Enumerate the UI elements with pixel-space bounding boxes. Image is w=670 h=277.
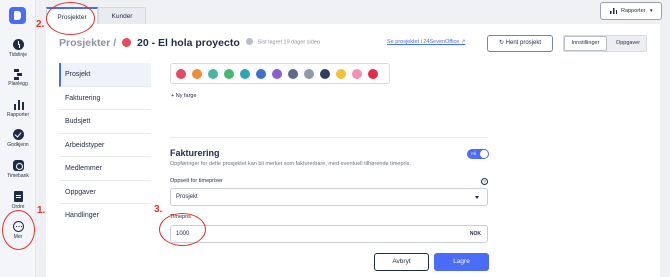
color-swatch[interactable]: [240, 69, 250, 79]
rate-setup-label: Oppsett for timepriser: [170, 178, 223, 184]
save-button[interactable]: Lagre: [434, 253, 489, 271]
annotation-circle-hourly-rate: [159, 213, 206, 246]
chevron-down-icon: ▼: [649, 8, 654, 13]
toggle-tasks[interactable]: Oppgaver: [609, 36, 647, 51]
billing-description: Oppføringer for dette prosjektet kan bli…: [170, 161, 411, 167]
nav-label: Godkjenn: [7, 142, 29, 148]
annotation-number-1: 1.: [37, 205, 46, 216]
rate-setup-value: Prosjekt: [176, 194, 198, 200]
color-swatch[interactable]: [288, 69, 298, 79]
timebank-icon: [12, 160, 24, 171]
settings-nav-prosjekt[interactable]: Prosjekt: [59, 63, 151, 87]
billing-toggle[interactable]: PÅ: [467, 149, 489, 159]
color-swatch[interactable]: [368, 69, 378, 79]
bar-chart-icon: [12, 99, 24, 110]
section-divider: [170, 137, 488, 138]
settings-nav-arbeidstyper[interactable]: Arbeidstyper: [59, 134, 151, 157]
currency-label: NOK: [469, 231, 481, 237]
color-swatch[interactable]: [320, 69, 330, 79]
nav-label: Rapporter: [6, 112, 30, 118]
color-swatch[interactable]: [304, 69, 314, 79]
saved-status-text: Sist lagret 19 dager siden: [257, 39, 320, 46]
color-swatch[interactable]: [224, 69, 234, 79]
annotation-circle-projects-tab: [46, 2, 95, 35]
nav-label: Tidslinje: [8, 52, 28, 58]
color-picker: [170, 63, 390, 84]
nav-label: Timebank: [7, 173, 29, 179]
settings-nav-oppgaver[interactable]: Oppgaver: [59, 181, 151, 204]
settings-nav-fakturering[interactable]: Fakturering: [59, 87, 151, 110]
settings-nav-medlemmer[interactable]: Medlemmer: [59, 157, 151, 181]
project-title: 20 - El hola proyecto: [137, 37, 240, 49]
nav-label: Planlegg: [8, 81, 28, 87]
color-swatch[interactable]: [272, 69, 282, 79]
color-swatch[interactable]: [352, 69, 362, 79]
plus-icon: +: [171, 93, 175, 99]
settings-nav-handlinger[interactable]: Handlinger: [59, 204, 151, 228]
help-icon[interactable]: ?: [481, 178, 488, 185]
nav-planlegg[interactable]: Planlegg: [0, 68, 36, 87]
billing-title: Fakturering: [170, 148, 220, 158]
settings-nav: Prosjekt Fakturering Budsjett Arbeidstyp…: [59, 63, 151, 228]
fetch-project-label: Hent prosjekt: [505, 40, 542, 46]
reports-menu-button[interactable]: Rapporter ▼: [600, 2, 662, 20]
clock-icon: [12, 39, 24, 50]
toggle-settings[interactable]: Innstillinger: [564, 36, 607, 51]
check-circle-icon: [12, 129, 24, 140]
color-swatch[interactable]: [208, 69, 218, 79]
rate-setup-select[interactable]: Prosjekt: [170, 188, 488, 206]
reports-button-label: Rapporter: [621, 8, 646, 14]
refresh-icon: ↻: [498, 40, 504, 46]
saved-status: Sist lagret 19 dager siden: [246, 38, 320, 46]
tab-kunder[interactable]: Kunder: [98, 7, 146, 24]
planner-icon: [13, 68, 24, 79]
check-circle-icon: [246, 38, 253, 45]
cancel-button[interactable]: Avbryt: [374, 253, 429, 271]
document-icon: [13, 191, 23, 202]
fetch-project-button[interactable]: ↻ Hent prosjekt: [487, 35, 553, 52]
view-toggle: Innstillinger Oppgaver: [563, 35, 647, 52]
billing-toggle-label: PÅ: [471, 151, 477, 156]
nav-tidslinje[interactable]: Tidslinje: [0, 39, 36, 58]
project-color-icon: [122, 38, 132, 47]
color-swatch[interactable]: [176, 69, 186, 79]
settings-nav-budsjett[interactable]: Budsjett: [59, 110, 151, 134]
color-swatch[interactable]: [336, 69, 346, 79]
color-swatch[interactable]: [192, 69, 202, 79]
toggle-knob: [480, 150, 488, 158]
external-link-icon: ↗: [460, 39, 466, 45]
nav-godkjenn[interactable]: Godkjenn: [0, 129, 36, 148]
nav-ordre[interactable]: Ordre: [0, 191, 36, 210]
new-color-label: Ny farge: [175, 93, 197, 99]
nav-timebank[interactable]: Timebank: [0, 160, 36, 179]
annotation-number-3: 3.: [154, 204, 163, 215]
chevron-down-icon: [475, 196, 479, 199]
app-logo[interactable]: [9, 7, 26, 24]
external-link-text: Se prosjektet i 24SevenOffice: [387, 39, 460, 45]
annotation-number-2: 2.: [36, 19, 45, 30]
new-color-button[interactable]: + Ny farge: [171, 93, 197, 99]
bar-chart-icon: [610, 8, 617, 14]
page-title: Prosjekter / 20 - El hola proyecto: [59, 37, 240, 49]
annotation-circle-more: [2, 210, 35, 250]
breadcrumb-projects[interactable]: Prosjekter /: [59, 37, 116, 49]
color-swatch[interactable]: [256, 69, 266, 79]
external-project-link[interactable]: Se prosjektet i 24SevenOffice ↗: [387, 39, 466, 45]
nav-rapporter[interactable]: Rapporter: [0, 99, 36, 118]
hourly-rate-input[interactable]: 1000 NOK: [170, 225, 488, 243]
